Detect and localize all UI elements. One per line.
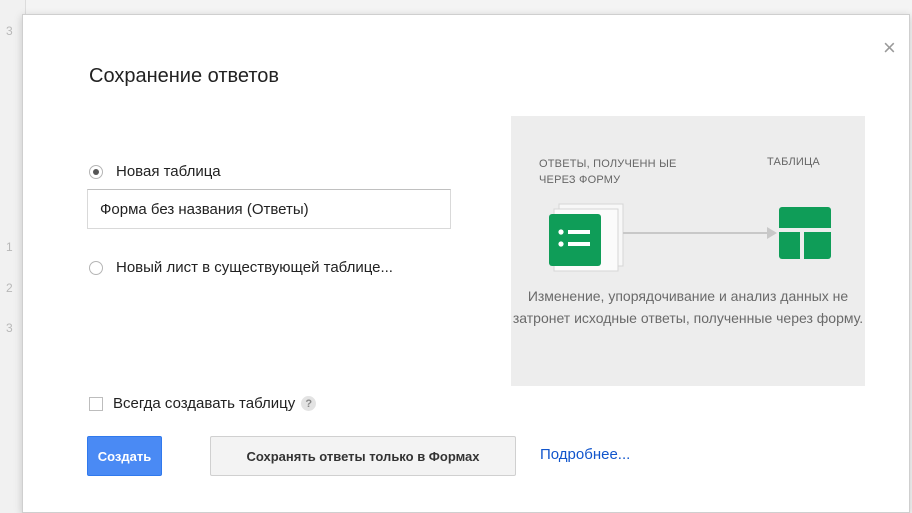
forms-only-button[interactable]: Сохранять ответы только в Формах — [210, 436, 516, 476]
always-create-checkbox[interactable] — [89, 396, 103, 411]
illustration-panel: ОТВЕТЫ, ПОЛУЧЕНН ЫЕ ЧЕРЕЗ ФОРМУ ТАБЛИЦА — [511, 116, 865, 386]
create-button[interactable]: Создать — [87, 436, 162, 476]
existing-table-radio[interactable] — [89, 260, 103, 275]
always-create-option[interactable]: Всегда создавать таблицу ? — [89, 395, 317, 412]
new-table-label: Новая таблица — [116, 163, 221, 180]
row-number: 1 — [6, 240, 13, 254]
new-table-radio[interactable] — [89, 164, 103, 179]
row-number: 3 — [6, 24, 13, 38]
row-number: 3 — [6, 321, 13, 335]
new-table-option[interactable]: Новая таблица — [89, 163, 221, 180]
save-responses-dialog: × Сохранение ответов Новая таблица Новый… — [22, 14, 910, 513]
table-name-input[interactable] — [87, 189, 451, 229]
row-number: 2 — [6, 281, 13, 295]
sheets-icon — [779, 207, 831, 259]
help-icon[interactable]: ? — [301, 396, 317, 411]
close-icon[interactable]: × — [883, 37, 896, 59]
flow-diagram — [549, 203, 831, 272]
forms-icon — [549, 203, 624, 272]
radio-selected-dot — [93, 168, 99, 175]
existing-table-option[interactable]: Новый лист в существующей таблице... — [89, 259, 393, 276]
dialog-title: Сохранение ответов — [89, 65, 280, 87]
illustration-caption: Изменение, упорядочивание и анализ данны… — [512, 288, 864, 326]
arrow-icon — [623, 227, 777, 239]
always-create-label: Всегда создавать таблицу — [113, 395, 296, 412]
existing-table-label: Новый лист в существующей таблице... — [116, 259, 393, 276]
learn-more-link[interactable]: Подробнее... — [540, 446, 630, 463]
